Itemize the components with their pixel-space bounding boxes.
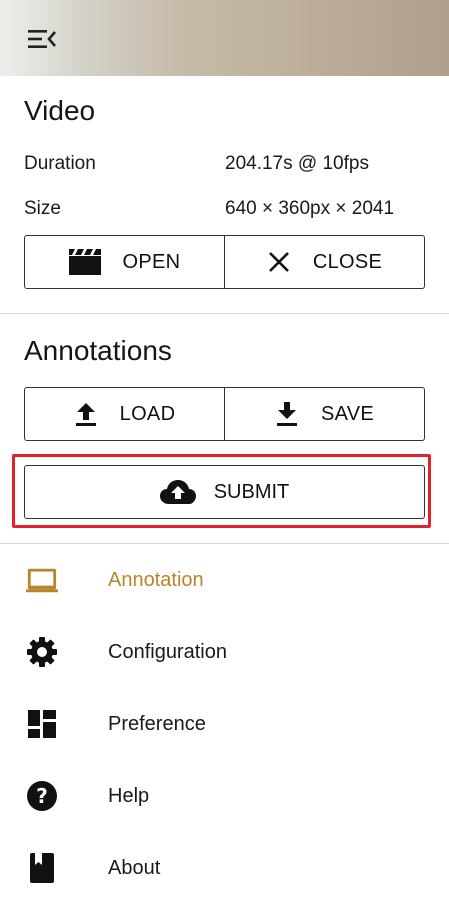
- size-label: Size: [24, 198, 61, 219]
- dashboard-icon: [26, 708, 58, 740]
- nav-item-help[interactable]: ? Help: [0, 766, 449, 826]
- load-button-label: LOAD: [119, 402, 176, 425]
- close-icon: [267, 250, 291, 274]
- nav-item-annotation[interactable]: Annotation: [0, 550, 449, 610]
- save-button[interactable]: SAVE: [225, 387, 425, 441]
- annotations-button-group: LOAD SAVE: [24, 387, 425, 441]
- section-divider: [0, 543, 449, 544]
- submit-button[interactable]: SUBMIT: [24, 465, 425, 519]
- nav-item-about[interactable]: About: [0, 838, 449, 898]
- svg-text:?: ?: [36, 784, 48, 808]
- nav-item-configuration[interactable]: Configuration: [0, 622, 449, 682]
- nav-item-label: Annotation: [108, 568, 204, 591]
- close-button[interactable]: CLOSE: [225, 235, 425, 289]
- nav-item-label: Configuration: [108, 640, 227, 663]
- app-header: [0, 0, 449, 76]
- load-button[interactable]: LOAD: [24, 387, 225, 441]
- laptop-icon: [26, 564, 58, 596]
- help-icon: ?: [26, 780, 58, 812]
- annotations-section-title: Annotations: [24, 335, 172, 366]
- nav-item-label: Preference: [108, 712, 206, 735]
- nav-item-label: Help: [108, 784, 150, 807]
- download-icon: [275, 401, 299, 427]
- section-divider: [0, 313, 449, 314]
- close-button-label: CLOSE: [312, 250, 383, 273]
- upload-icon: [74, 401, 98, 427]
- duration-value: 204.17s @ 10fps: [225, 153, 369, 174]
- video-section-title: Video: [24, 95, 96, 126]
- cloud-upload-icon: [159, 479, 196, 505]
- nav-item-label: About: [108, 856, 161, 879]
- clapperboard-icon: [68, 249, 101, 275]
- nav-item-preference[interactable]: Preference: [0, 694, 449, 754]
- open-button-label: OPEN: [122, 250, 181, 273]
- open-button[interactable]: OPEN: [24, 235, 225, 289]
- size-value: 640 × 360px × 2041: [225, 198, 395, 219]
- save-button-label: SAVE: [320, 402, 375, 425]
- gear-icon: [26, 636, 58, 668]
- video-button-group: OPEN CLOSE: [24, 235, 425, 289]
- menu-collapse-icon[interactable]: [28, 26, 60, 52]
- book-icon: [26, 852, 58, 884]
- duration-label: Duration: [24, 153, 96, 174]
- submit-button-label: SUBMIT: [213, 480, 290, 503]
